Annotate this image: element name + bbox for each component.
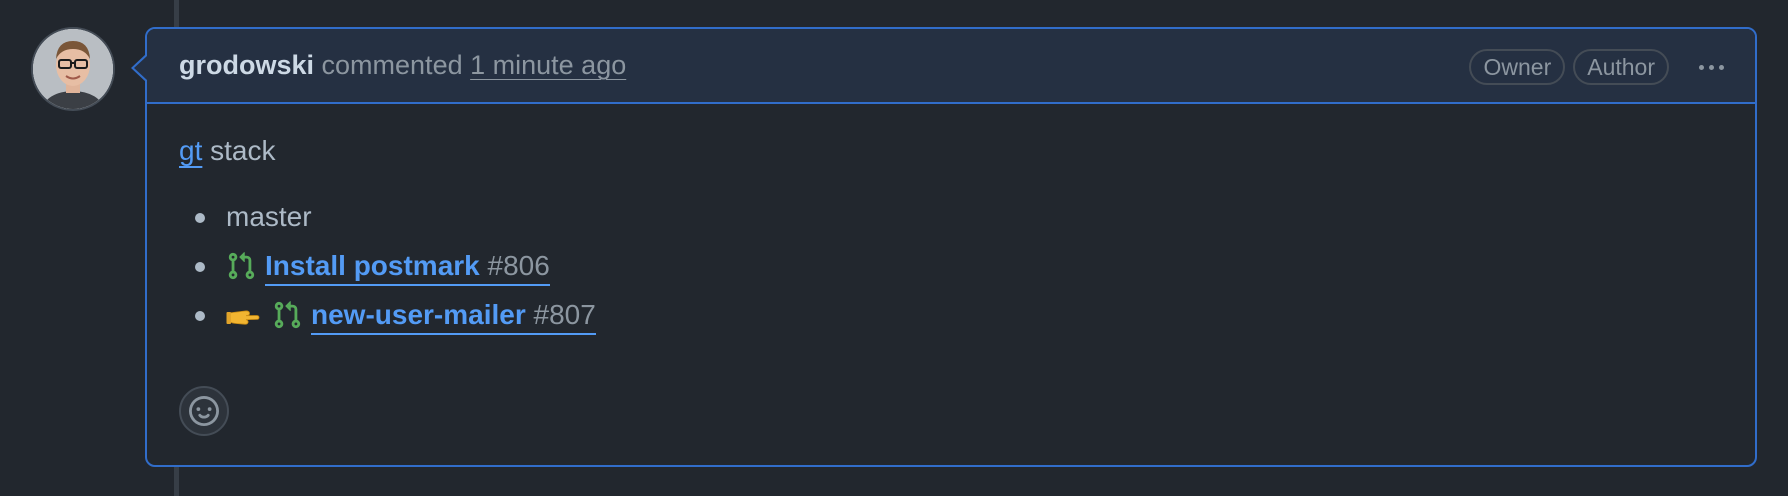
list-bullet bbox=[195, 262, 205, 272]
pr-title: new-user-mailer bbox=[311, 299, 526, 330]
comment-arrow-inner bbox=[134, 56, 147, 80]
user-avatar-image bbox=[33, 29, 113, 109]
pr-link-806[interactable]: Install postmark #806 bbox=[265, 249, 550, 286]
git-pull-request-icon bbox=[228, 252, 255, 280]
comment-badges: Owner Author bbox=[1469, 49, 1731, 85]
kebab-horizontal-icon bbox=[1708, 64, 1714, 70]
list-item: Install postmark #806 bbox=[179, 249, 596, 298]
avatar[interactable] bbox=[31, 27, 115, 111]
list-bullet bbox=[195, 311, 205, 321]
stack-list: master Install postmark #806 new-user-ma… bbox=[179, 200, 596, 347]
author-link[interactable]: grodowski bbox=[179, 50, 314, 80]
pr-link-807[interactable]: new-user-mailer #807 bbox=[311, 298, 596, 335]
comment-box: grodowski commented 1 minute ago Owner A… bbox=[145, 27, 1757, 467]
list-item: new-user-mailer #807 bbox=[179, 298, 596, 347]
kebab-horizontal-icon bbox=[1698, 64, 1704, 70]
gt-link[interactable]: gt bbox=[179, 135, 202, 166]
git-pull-request-icon bbox=[274, 301, 301, 329]
pointing-hand-icon bbox=[226, 310, 260, 325]
smiley-icon bbox=[189, 396, 219, 426]
pr-title: Install postmark bbox=[265, 250, 480, 281]
comment-action: commented bbox=[321, 50, 463, 80]
comment-header: grodowski commented 1 minute ago Owner A… bbox=[147, 29, 1755, 104]
author-badge: Author bbox=[1573, 49, 1669, 85]
branch-label: master bbox=[226, 201, 312, 232]
more-options-button[interactable] bbox=[1691, 49, 1731, 85]
owner-badge: Owner bbox=[1469, 49, 1566, 85]
pr-number: #807 bbox=[533, 299, 596, 330]
body-title-suffix: stack bbox=[210, 135, 276, 166]
add-reaction-button[interactable] bbox=[179, 386, 229, 436]
comment-header-text: grodowski commented 1 minute ago bbox=[179, 49, 626, 81]
timestamp-link[interactable]: 1 minute ago bbox=[470, 50, 626, 80]
list-item: master bbox=[179, 200, 596, 249]
body-title: gt stack bbox=[179, 134, 276, 168]
list-bullet bbox=[195, 213, 205, 223]
pr-number: #806 bbox=[487, 250, 550, 281]
kebab-horizontal-icon bbox=[1718, 64, 1724, 70]
